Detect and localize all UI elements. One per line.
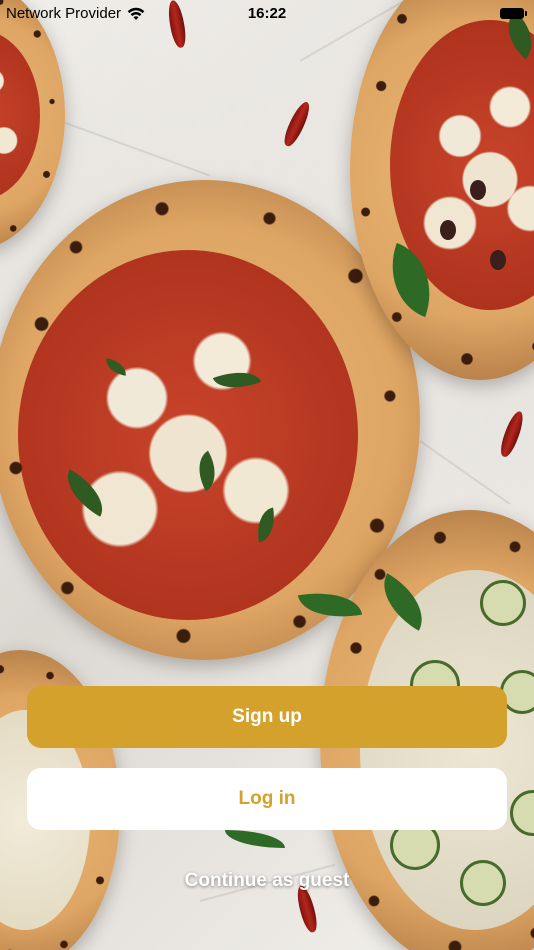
log-in-button[interactable]: Log in	[27, 768, 507, 830]
sign-up-button[interactable]: Sign up	[27, 686, 507, 748]
status-time: 16:22	[247, 5, 287, 22]
welcome-screen: Network Provider 16:22 Sign up Log in Co…	[0, 0, 534, 950]
status-bar: Network Provider 16:22	[0, 0, 534, 28]
continue-as-guest-button[interactable]: Continue as guest	[27, 850, 507, 912]
battery-icon	[500, 8, 527, 19]
